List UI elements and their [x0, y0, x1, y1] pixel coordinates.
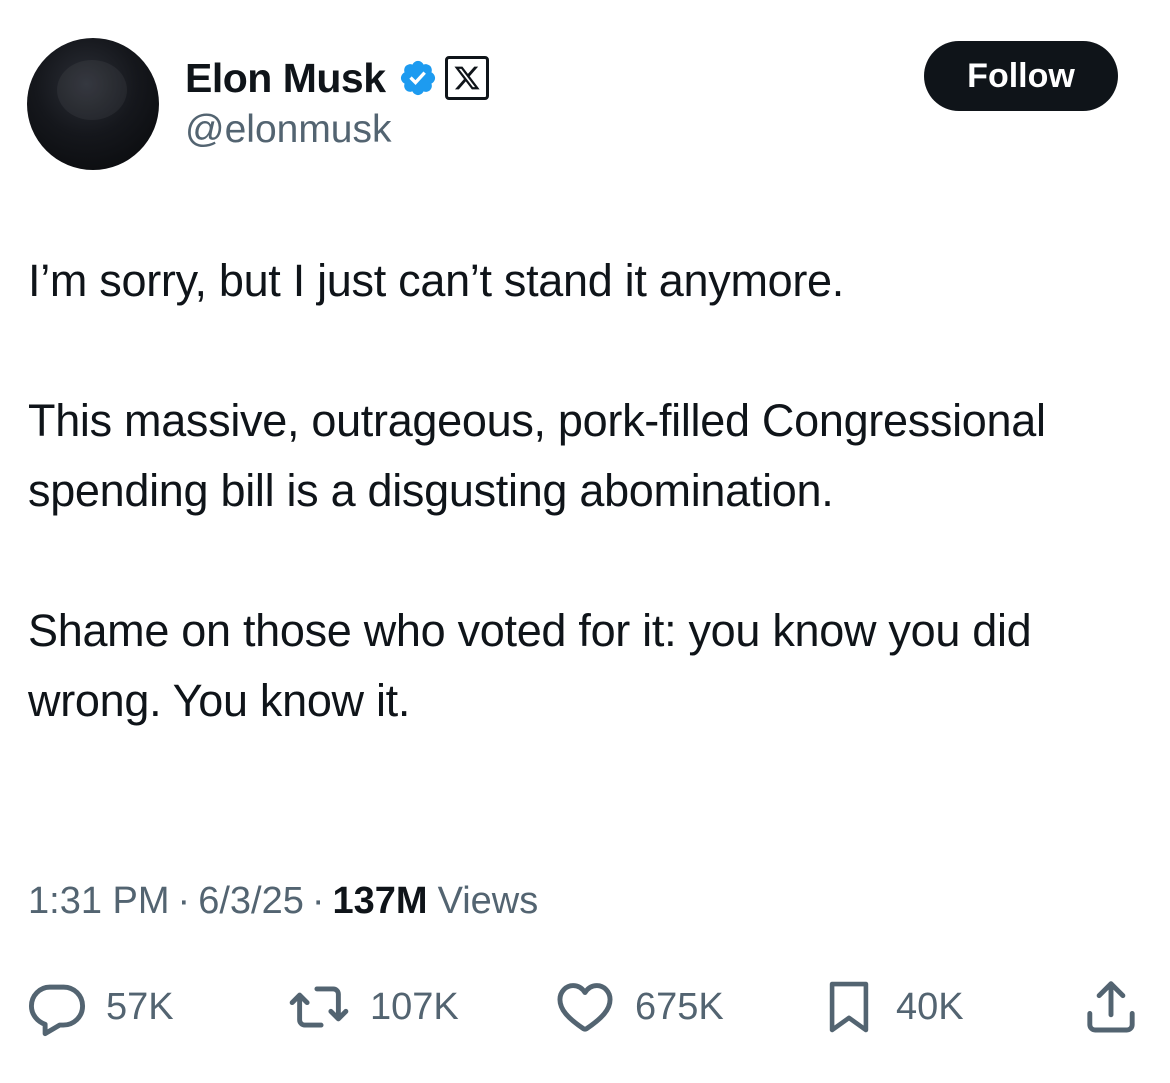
repost-button[interactable]: 107K	[286, 975, 459, 1039]
meta-separator: ·	[311, 880, 325, 922]
tweet-paragraph: Shame on those who voted for it: you kno…	[28, 605, 1032, 726]
bookmark-icon	[829, 981, 869, 1033]
author-handle[interactable]: @elonmusk	[185, 108, 392, 152]
bookmark-count: 40K	[896, 985, 964, 1028]
action-bar: 57K 107K 675K 40K	[0, 975, 1170, 1039]
avatar[interactable]	[27, 38, 159, 170]
reply-button[interactable]: 57K	[26, 975, 174, 1039]
repost-count: 107K	[370, 985, 459, 1028]
views-label: Views	[437, 880, 539, 922]
tweet-time[interactable]: 1:31 PM	[28, 880, 170, 923]
tweet-text: I’m sorry, but I just can’t stand it any…	[28, 246, 1138, 736]
tweet-paragraph: This massive, outrageous, pork-filled Co…	[28, 395, 1046, 516]
tweet-meta: 1:31 PM · 6/3/25 · 137M Views	[28, 880, 538, 923]
views-count: 137M	[332, 880, 428, 922]
like-count: 675K	[635, 985, 724, 1028]
reply-count: 57K	[106, 985, 174, 1028]
repost-icon	[289, 986, 349, 1028]
share-button[interactable]	[1080, 975, 1142, 1039]
author-display-name[interactable]: Elon Musk	[185, 55, 386, 102]
meta-separator: ·	[177, 880, 191, 922]
x-logo-icon[interactable]	[444, 56, 489, 100]
follow-button[interactable]: Follow	[924, 41, 1118, 111]
tweet-card: Elon Musk @elonmusk Follow I’m sorry, bu…	[0, 0, 1170, 1083]
bookmark-button[interactable]: 40K	[820, 975, 964, 1039]
verified-badge-icon[interactable]	[398, 58, 438, 98]
share-icon	[1087, 981, 1135, 1033]
author-name-row: Elon Musk	[185, 52, 489, 104]
avatar-highlight	[57, 60, 127, 120]
like-button[interactable]: 675K	[553, 975, 724, 1039]
tweet-date[interactable]: 6/3/25	[198, 880, 304, 923]
reply-icon	[28, 984, 86, 1037]
heart-icon	[557, 983, 613, 1032]
tweet-paragraph: I’m sorry, but I just can’t stand it any…	[28, 255, 844, 306]
